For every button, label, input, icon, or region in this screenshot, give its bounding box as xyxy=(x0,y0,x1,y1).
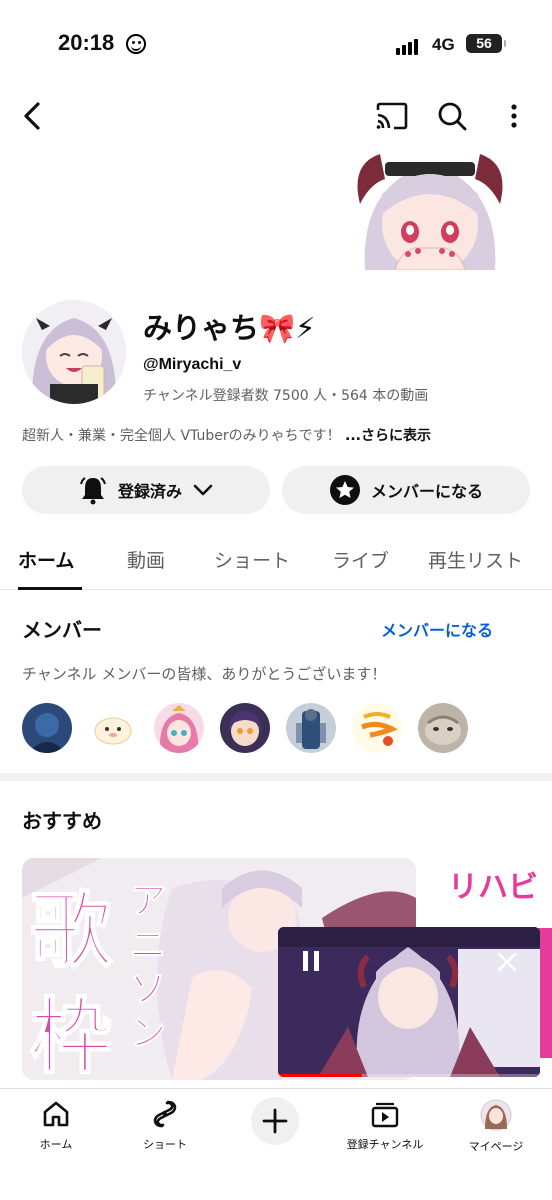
tab-live[interactable]: ライブ xyxy=(332,546,389,573)
channel-description[interactable]: 超新人・兼業・完全個人 VTuberのみりゃちです！ ...さらに表示 xyxy=(22,425,431,445)
more-vertical-icon xyxy=(511,104,517,128)
nav-home-label: ホーム xyxy=(39,1138,73,1151)
shorts-icon xyxy=(153,1100,177,1128)
plus-icon xyxy=(262,1108,288,1134)
nav-shorts[interactable]: ショート xyxy=(115,1099,215,1152)
nav-shorts-label: ショート xyxy=(143,1138,187,1151)
recommended-section-title: おすすめ xyxy=(22,809,102,833)
subscriptions-icon xyxy=(371,1102,399,1128)
nav-my-page[interactable]: マイページ xyxy=(446,1099,546,1154)
cast-button[interactable] xyxy=(370,94,414,138)
bell-icon xyxy=(80,477,106,505)
join-membership-button[interactable]: メンバーになる xyxy=(282,466,530,514)
mini-player-progress xyxy=(278,1074,540,1077)
chevron-down-icon xyxy=(193,484,213,496)
more-options-button[interactable] xyxy=(492,94,536,138)
members-join-link[interactable]: メンバーになる xyxy=(381,617,493,641)
thumbnail-title: リハビ xyxy=(448,870,538,905)
close-icon[interactable] xyxy=(496,951,518,973)
mini-player[interactable] xyxy=(278,927,540,1077)
nav-subscriptions-label: 登録チャンネル xyxy=(346,1138,424,1151)
nav-my-page-label: マイページ xyxy=(468,1140,524,1153)
back-arrow-icon xyxy=(24,102,40,130)
network-type: 4G xyxy=(432,35,455,54)
active-tab-indicator xyxy=(18,587,82,590)
tab-playlists[interactable]: 再生リスト xyxy=(428,546,523,573)
tab-videos[interactable]: 動画 xyxy=(127,546,165,573)
channel-tabs: ホーム 動画 ショート ライブ 再生リスト xyxy=(0,534,552,590)
member-avatar[interactable] xyxy=(154,703,204,753)
star-badge-icon xyxy=(329,475,360,505)
members-thanks-text: チャンネル メンバーの皆様、ありがとうございます！ xyxy=(22,665,387,683)
members-section-title: メンバー xyxy=(22,618,102,642)
subscribed-label: 登録済み xyxy=(117,482,182,501)
focus-smiley-icon xyxy=(126,34,146,54)
back-button[interactable] xyxy=(10,94,54,138)
member-avatar[interactable] xyxy=(418,703,468,753)
show-more-link[interactable]: ...さらに表示 xyxy=(345,428,431,444)
join-membership-label: メンバーになる xyxy=(370,482,483,501)
member-avatar[interactable] xyxy=(220,703,270,753)
top-bar xyxy=(0,92,552,140)
signal-icon xyxy=(396,36,420,55)
search-button[interactable] xyxy=(430,94,474,138)
channel-description-text: 超新人・兼業・完全個人 VTuberのみりゃちです！ xyxy=(22,428,341,444)
battery-icon: 56 xyxy=(466,34,506,53)
account-avatar-icon xyxy=(480,1099,512,1131)
search-icon xyxy=(438,102,467,131)
tab-home[interactable]: ホーム xyxy=(18,546,74,573)
channel-avatar[interactable] xyxy=(22,300,126,404)
tab-shorts[interactable]: ショート xyxy=(214,546,290,573)
thumbnail-title-char: 歌 xyxy=(29,882,113,980)
nav-home[interactable]: ホーム xyxy=(6,1099,106,1152)
thumbnail-title-char: 枠 xyxy=(29,988,113,1080)
nav-subscriptions[interactable]: 登録チャンネル xyxy=(335,1099,435,1152)
member-avatar[interactable] xyxy=(88,703,138,753)
pause-icon[interactable] xyxy=(300,949,322,973)
status-time: 20:18 xyxy=(58,30,115,55)
member-avatar[interactable] xyxy=(352,703,402,753)
channel-handle: @Miryachi_v xyxy=(143,356,242,373)
section-divider xyxy=(0,773,552,781)
channel-stats: チャンネル登録者数 7500 人・564 本の動画 xyxy=(143,388,429,404)
member-avatar[interactable] xyxy=(22,703,72,753)
thumbnail-subtitle: アニソン xyxy=(130,881,167,1055)
create-button[interactable] xyxy=(251,1097,299,1145)
member-avatar[interactable] xyxy=(286,703,336,753)
home-icon xyxy=(43,1101,69,1127)
channel-name: みりゃち🎀⚡ xyxy=(143,311,316,345)
status-bar: 20:18 4G 56 xyxy=(0,0,552,90)
channel-banner-image xyxy=(340,144,520,270)
cast-icon xyxy=(376,102,408,130)
subscribed-button[interactable]: 登録済み xyxy=(22,466,270,514)
